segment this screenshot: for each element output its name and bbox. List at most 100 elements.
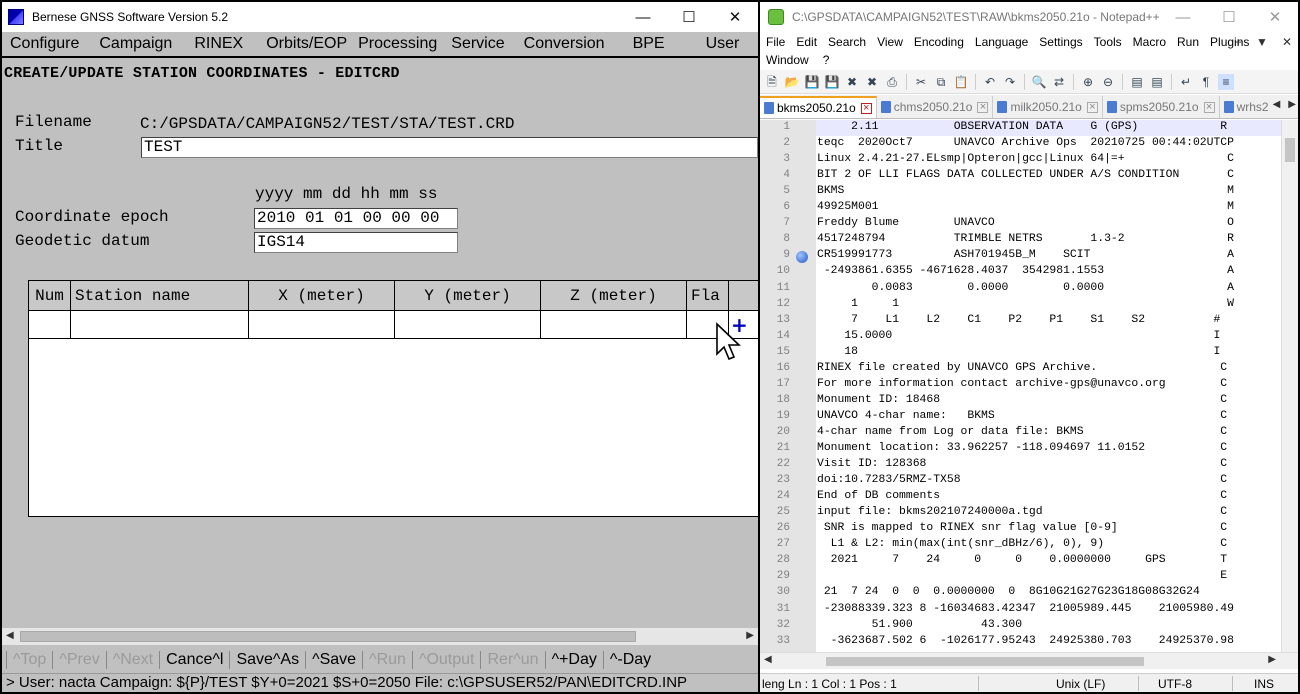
col-num[interactable]: Num (29, 281, 71, 311)
menu-rinex[interactable]: RINEX (194, 35, 243, 53)
replace-icon[interactable]: ⇄ (1051, 74, 1067, 90)
tab-close-icon[interactable]: × (1086, 101, 1098, 113)
col-y[interactable]: Y (meter) (395, 281, 541, 311)
cell-x[interactable] (249, 311, 395, 339)
prev-button[interactable]: ^Prev (52, 651, 105, 669)
code-line[interactable]: For more information contact archive-gps… (817, 378, 1227, 390)
tab-chms2050[interactable]: chms2050.21o × (877, 96, 994, 118)
menu-conversion[interactable]: Conversion (524, 35, 605, 53)
scroll-thumb[interactable] (20, 631, 636, 642)
code-line[interactable]: Visit ID: 128368 C (817, 458, 1227, 470)
horizontal-scrollbar[interactable]: ◀ ▶ (2, 628, 758, 645)
code-line[interactable]: Freddy Blume UNAVCO O (817, 217, 1234, 229)
menu-orbits-eop[interactable]: Orbits/EOP (266, 35, 347, 53)
npp-menu-run[interactable]: Run (1177, 35, 1199, 49)
save-icon[interactable]: 💾 (804, 74, 820, 90)
menu-campaign[interactable]: Campaign (99, 35, 172, 53)
output-button[interactable]: ^Output (411, 651, 481, 669)
cell-num[interactable] (29, 311, 71, 339)
bookmark-icon[interactable] (796, 251, 808, 264)
scroll-right-icon[interactable]: ▶ (746, 630, 754, 641)
close-all-icon[interactable]: ✖ (864, 74, 880, 90)
code-line[interactable]: CR519991773 ASH701945B_M SCIT A (817, 249, 1234, 261)
scroll-left-icon[interactable]: ◀ (6, 630, 14, 641)
tab-spms2050[interactable]: spms2050.21o × (1103, 96, 1220, 118)
tab-prev-icon[interactable]: ◀ (1273, 99, 1281, 110)
code-line[interactable]: 18 I (817, 346, 1220, 358)
npp-menu-tools[interactable]: Tools (1094, 35, 1122, 49)
redo-icon[interactable]: ↷ (1002, 74, 1018, 90)
npp-new-tab-icon[interactable]: + (1235, 35, 1242, 49)
indent-guide-icon[interactable]: ≡ (1218, 73, 1234, 90)
code-line[interactable]: teqc 2020Oct7 UNAVCO Archive Ops 2021072… (817, 137, 1234, 149)
code-line[interactable]: Monument location: 33.962257 -118.094697… (817, 442, 1227, 454)
npp-close-doc-icon[interactable]: ✕ (1282, 35, 1292, 49)
paste-icon[interactable]: 📋 (953, 74, 969, 90)
rerun-button[interactable]: Rer^un (480, 651, 544, 669)
epoch-field[interactable]: 2010 01 01 00 00 00 (254, 208, 458, 229)
col-flag[interactable]: Fla (687, 281, 729, 311)
cut-icon[interactable]: ✂ (913, 74, 929, 90)
code-line[interactable]: RINEX file created by UNAVCO GPS Archive… (817, 362, 1227, 374)
sync-vertical-icon[interactable]: ▤ (1129, 74, 1145, 90)
npp-horizontal-scrollbar[interactable]: ◀ ▶ (760, 652, 1298, 669)
npp-scroll-left-icon[interactable]: ◀ (764, 654, 772, 665)
top-button[interactable]: ^Top (6, 651, 52, 669)
npp-scroll-right-icon[interactable]: ▶ (1268, 654, 1276, 665)
copy-icon[interactable]: ⧉ (933, 74, 949, 90)
npp-menu-search[interactable]: Search (828, 35, 866, 49)
menu-service[interactable]: Service (451, 35, 504, 53)
menu-user[interactable]: User (706, 35, 740, 53)
save-all-icon[interactable]: 💾 (824, 74, 840, 90)
tab-close-icon[interactable]: × (977, 101, 989, 113)
save-as-button[interactable]: Save^As (229, 651, 305, 669)
menu-bpe[interactable]: BPE (633, 35, 665, 53)
code-line[interactable]: Monument ID: 18468 C (817, 394, 1227, 406)
npp-menu-view[interactable]: View (877, 35, 903, 49)
col-z[interactable]: Z (meter) (541, 281, 687, 311)
cell-z[interactable] (541, 311, 687, 339)
npp-close-icon[interactable]: ✕ (1252, 2, 1298, 32)
code-line[interactable]: 4-char name from Log or data file: BKMS … (817, 426, 1227, 438)
code-line[interactable]: SNR is mapped to RINEX snr flag value [0… (817, 522, 1227, 534)
npp-vscroll-thumb[interactable] (1285, 138, 1295, 162)
code-line[interactable]: input file: bkms202107240000a.tgd C (817, 506, 1227, 518)
code-line[interactable]: 49925M001 M (817, 201, 1234, 213)
cell-station-name[interactable] (71, 311, 249, 339)
close-icon[interactable]: ✕ (712, 2, 758, 32)
print-icon[interactable]: ⎙ (884, 74, 900, 90)
run-button[interactable]: ^Run (362, 651, 412, 669)
code-line[interactable]: 2021 7 24 0 0 0.0000000 GPS T (817, 554, 1227, 566)
word-wrap-icon[interactable]: ↵ (1178, 74, 1194, 90)
code-line[interactable]: 0.0083 0.0000 0.0000 A (817, 282, 1234, 294)
code-line[interactable]: 4517248794 TRIMBLE NETRS 1.3-2 R (817, 233, 1234, 245)
next-button[interactable]: ^Next (105, 651, 159, 669)
npp-hscroll-thumb[interactable] (826, 657, 1144, 666)
sync-horizontal-icon[interactable]: ▤ (1149, 74, 1165, 90)
npp-menu-settings[interactable]: Settings (1039, 35, 1082, 49)
tab-milk2050[interactable]: milk2050.21o × (993, 96, 1103, 118)
tab-close-icon[interactable]: × (860, 102, 872, 114)
col-x[interactable]: X (meter) (249, 281, 395, 311)
menu-configure[interactable]: Configure (10, 35, 79, 53)
insert-mode[interactable]: INS (1254, 677, 1274, 691)
cancel-button[interactable]: Cance^l (159, 651, 229, 669)
code-line[interactable]: -23088339.323 8 -16034683.42347 21005989… (817, 603, 1234, 615)
code-line[interactable]: 1 1 W (817, 298, 1234, 310)
tab-next-icon[interactable]: ▶ (1288, 99, 1296, 110)
code-line[interactable]: 51.900 43.300 (817, 619, 1022, 631)
code-line[interactable]: BIT 2 OF LLI FLAGS DATA COLLECTED UNDER … (817, 169, 1234, 181)
table-row[interactable] (29, 311, 758, 339)
eol-format[interactable]: Unix (LF) (1056, 677, 1105, 691)
npp-menu-language[interactable]: Language (975, 35, 1028, 49)
npp-menu-encoding[interactable]: Encoding (914, 35, 964, 49)
code-line[interactable]: 7 L1 L2 C1 P2 P1 S1 S2 # (817, 314, 1220, 326)
plus-day-button[interactable]: ^+Day (544, 651, 603, 669)
title-field[interactable]: TEST (141, 137, 758, 158)
npp-menu-window[interactable]: Window (766, 53, 809, 67)
new-file-icon[interactable]: 🗎 (764, 74, 780, 90)
minimize-icon[interactable]: — (620, 2, 666, 32)
code-line[interactable]: End of DB comments C (817, 490, 1227, 502)
code-line[interactable]: 15.0000 I (817, 330, 1220, 342)
minus-day-button[interactable]: ^-Day (602, 651, 657, 669)
